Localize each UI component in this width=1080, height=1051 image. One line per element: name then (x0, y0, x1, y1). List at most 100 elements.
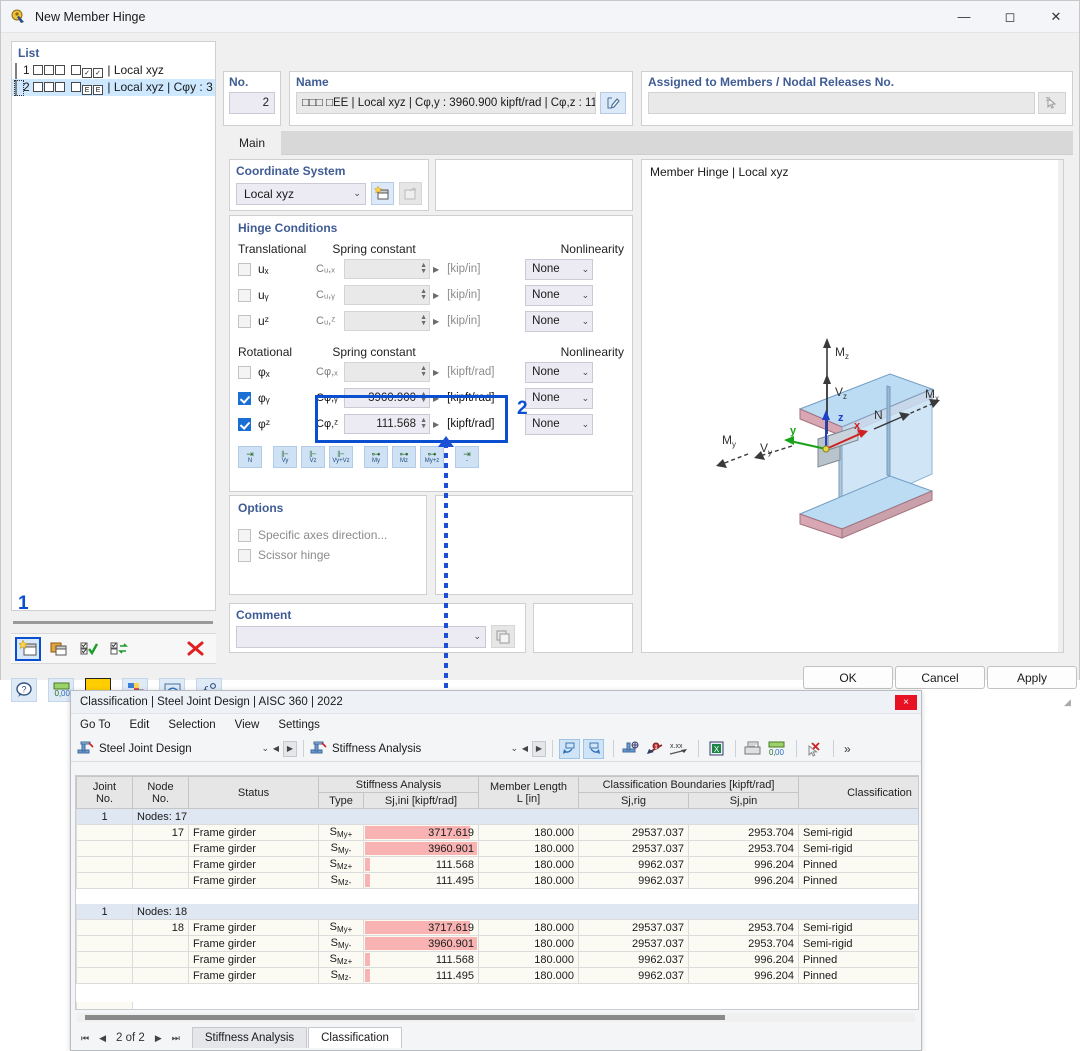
pick-members-icon[interactable] (1038, 92, 1066, 114)
nonlinearity-select-phiy[interactable]: None ⌄ (525, 387, 594, 409)
menu-selection[interactable]: Selection (168, 719, 215, 731)
table-row[interactable]: Frame girder SMz- 111.495 180.000 9962.0… (76, 967, 918, 984)
module-prev-button[interactable]: ◀ (269, 741, 283, 757)
preset-button-none[interactable]: ⇥ - (455, 446, 479, 468)
units-decimal-icon[interactable]: 0, 00 (766, 739, 788, 759)
assigned-input[interactable] (648, 92, 1035, 114)
menu-view[interactable]: View (235, 719, 260, 731)
module-select[interactable]: Steel Joint Design ⌄ (77, 741, 269, 756)
spring-input-phiy[interactable]: 3960.900 ▲ ▼ (344, 388, 430, 408)
table-group-row[interactable]: 1 Nodes: 17 (76, 808, 918, 825)
copy-hinge-button[interactable] (45, 637, 71, 661)
preset-button-myz[interactable]: ⊶ My+z (420, 446, 444, 468)
undo-arrow-icon[interactable] (559, 738, 580, 759)
sheet-tab-classification[interactable]: Classification (308, 1027, 402, 1048)
view-prev-button[interactable]: ◀ (518, 741, 532, 757)
table-row[interactable]: Frame girder SMy- 3960.901 180.000 29537… (76, 840, 918, 857)
prev-record-button[interactable]: ◀ (99, 1033, 106, 1044)
comment-input[interactable]: ⌄ (236, 625, 486, 648)
cancel-button[interactable]: Cancel (895, 666, 985, 689)
spring-input-ux[interactable]: ▲ ▼ (344, 259, 430, 279)
name-input[interactable]: □□□ □EE | Local xyz | Cφ,y : 3960.900 ki… (296, 92, 596, 114)
new-hinge-button[interactable] (15, 636, 41, 661)
sheet-tab-stiffness-analysis[interactable]: Stiffness Analysis (191, 1027, 308, 1048)
spinner-icon[interactable]: ▲ ▼ (420, 314, 427, 327)
preset-button-my[interactable]: ⊶ My (364, 446, 388, 468)
classification-close-button[interactable]: × (895, 694, 917, 710)
option-scissor-hinge[interactable]: Scissor hinge (238, 545, 418, 565)
nonlinearity-select-uz[interactable]: None ⌄ (525, 310, 594, 332)
menu-go-to[interactable]: Go To (80, 719, 110, 731)
expand-arrow-icon[interactable]: ▶ (433, 420, 439, 429)
preset-button-mz[interactable]: ⊶ Mz (392, 446, 416, 468)
checkbox-specific-axes[interactable] (238, 528, 251, 542)
print-report-icon[interactable] (742, 739, 764, 759)
expand-arrow-icon[interactable]: ▶ (433, 394, 439, 403)
preview-scrollbar[interactable] (1058, 160, 1063, 652)
decimal-places-icon[interactable]: x.xx (668, 739, 690, 759)
module-next-button[interactable]: ▶ (283, 740, 297, 757)
table-empty-row[interactable] (76, 1001, 918, 1009)
scrollbar-thumb[interactable] (85, 1015, 725, 1020)
nonlinearity-select-phix[interactable]: None ⌄ (525, 361, 594, 383)
checkbox-scissor-hinge[interactable] (238, 548, 251, 562)
spinner-icon[interactable]: ▲ ▼ (420, 417, 427, 430)
nonlinearity-select-phiz[interactable]: None ⌄ (525, 413, 594, 435)
table-row[interactable]: Frame girder SMy- 3960.901 180.000 29537… (76, 935, 918, 952)
spinner-icon[interactable]: ▲ ▼ (420, 391, 427, 404)
close-button[interactable]: ✕ (1033, 1, 1079, 33)
first-record-button[interactable]: ⏮ (81, 1033, 89, 1044)
export-excel-icon[interactable]: X (705, 739, 727, 759)
tab-main[interactable]: Main (223, 131, 282, 155)
spinner-icon[interactable]: ▲ ▼ (420, 365, 427, 378)
select-all-button[interactable] (75, 637, 101, 661)
spinner-icon[interactable]: ▲ ▼ (420, 288, 427, 301)
coordinate-system-select[interactable]: Local xyz ⌄ (236, 182, 366, 205)
checkbox-phix[interactable] (238, 365, 251, 379)
copy-comment-icon[interactable] (491, 625, 515, 648)
menu-edit[interactable]: Edit (129, 719, 149, 731)
no-input[interactable]: 2 (229, 92, 275, 114)
table-row[interactable]: Frame girder SMz- 111.495 180.000 9962.0… (76, 872, 918, 889)
expand-arrow-icon[interactable]: ▶ (433, 317, 439, 326)
invert-selection-button[interactable] (105, 637, 131, 661)
checkbox-phiy[interactable] (238, 391, 251, 405)
hinge-list[interactable]: 1 ✓ ✓ | Local xyz 2 EE | Local xyz | Cφy … (12, 62, 215, 96)
table-row[interactable]: Frame girder SMz+ 111.568 180.000 9962.0… (76, 951, 918, 968)
nonlinearity-select-ux[interactable]: None ⌄ (525, 258, 594, 280)
classification-table[interactable]: Joint No. Node No. Status Stiffness Anal… (75, 775, 919, 1010)
last-record-button[interactable]: ⏭ (172, 1033, 180, 1044)
preset-button-n[interactable]: ⇥ N (238, 446, 262, 468)
checkbox-phiz[interactable] (238, 417, 251, 431)
next-record-button[interactable]: ▶ (155, 1033, 162, 1044)
table-row[interactable]: 17 Frame girder SMy+ 3717.619 180.000 29… (76, 824, 918, 841)
checkbox-uz[interactable] (238, 314, 251, 328)
expand-arrow-icon[interactable]: ▶ (433, 265, 439, 274)
preset-button-vz[interactable]: ⊩ Vz (301, 446, 325, 468)
resize-grip[interactable]: ◢ (1064, 697, 1076, 709)
spinner-icon[interactable]: ▲ ▼ (420, 262, 427, 275)
spring-input-uy[interactable]: ▲ ▼ (344, 285, 430, 305)
preview-panel[interactable]: Member Hinge | Local xyz Mz Vz N Mx My V… (641, 159, 1064, 653)
checkbox-ux[interactable] (238, 262, 251, 276)
preset-button-vyvz[interactable]: ⊩ Vy+Vz (329, 446, 353, 468)
maximize-button[interactable]: ◻ (987, 1, 1033, 33)
option-specific-axes[interactable]: Specific axes direction... (238, 525, 418, 545)
expand-arrow-icon[interactable]: ▶ (433, 291, 439, 300)
table-group-row[interactable]: 1 Nodes: 18 (76, 903, 918, 920)
spring-input-phix[interactable]: ▲ ▼ (344, 362, 430, 382)
edit-name-icon[interactable] (600, 92, 626, 114)
list-item[interactable]: 1 ✓ ✓ | Local xyz (12, 62, 215, 79)
list-item[interactable]: 2 EE | Local xyz | Cφy : 3 (12, 79, 215, 96)
new-coordinate-system-icon[interactable] (370, 182, 394, 205)
view-select[interactable]: Stiffness Analysis ⌄ (310, 741, 518, 756)
diagram-icon[interactable]: 1 (644, 739, 666, 759)
filter-settings-icon[interactable] (620, 739, 642, 759)
toolbar-overflow-button[interactable]: » (840, 742, 855, 756)
spring-input-phiz[interactable]: 111.568 ▲ ▼ (344, 414, 430, 434)
expand-arrow-icon[interactable]: ▶ (433, 368, 439, 377)
clear-selection-icon[interactable] (803, 739, 825, 759)
view-next-button[interactable]: ▶ (532, 740, 546, 757)
apply-button[interactable]: Apply (987, 666, 1077, 689)
ok-button[interactable]: OK (803, 666, 893, 689)
